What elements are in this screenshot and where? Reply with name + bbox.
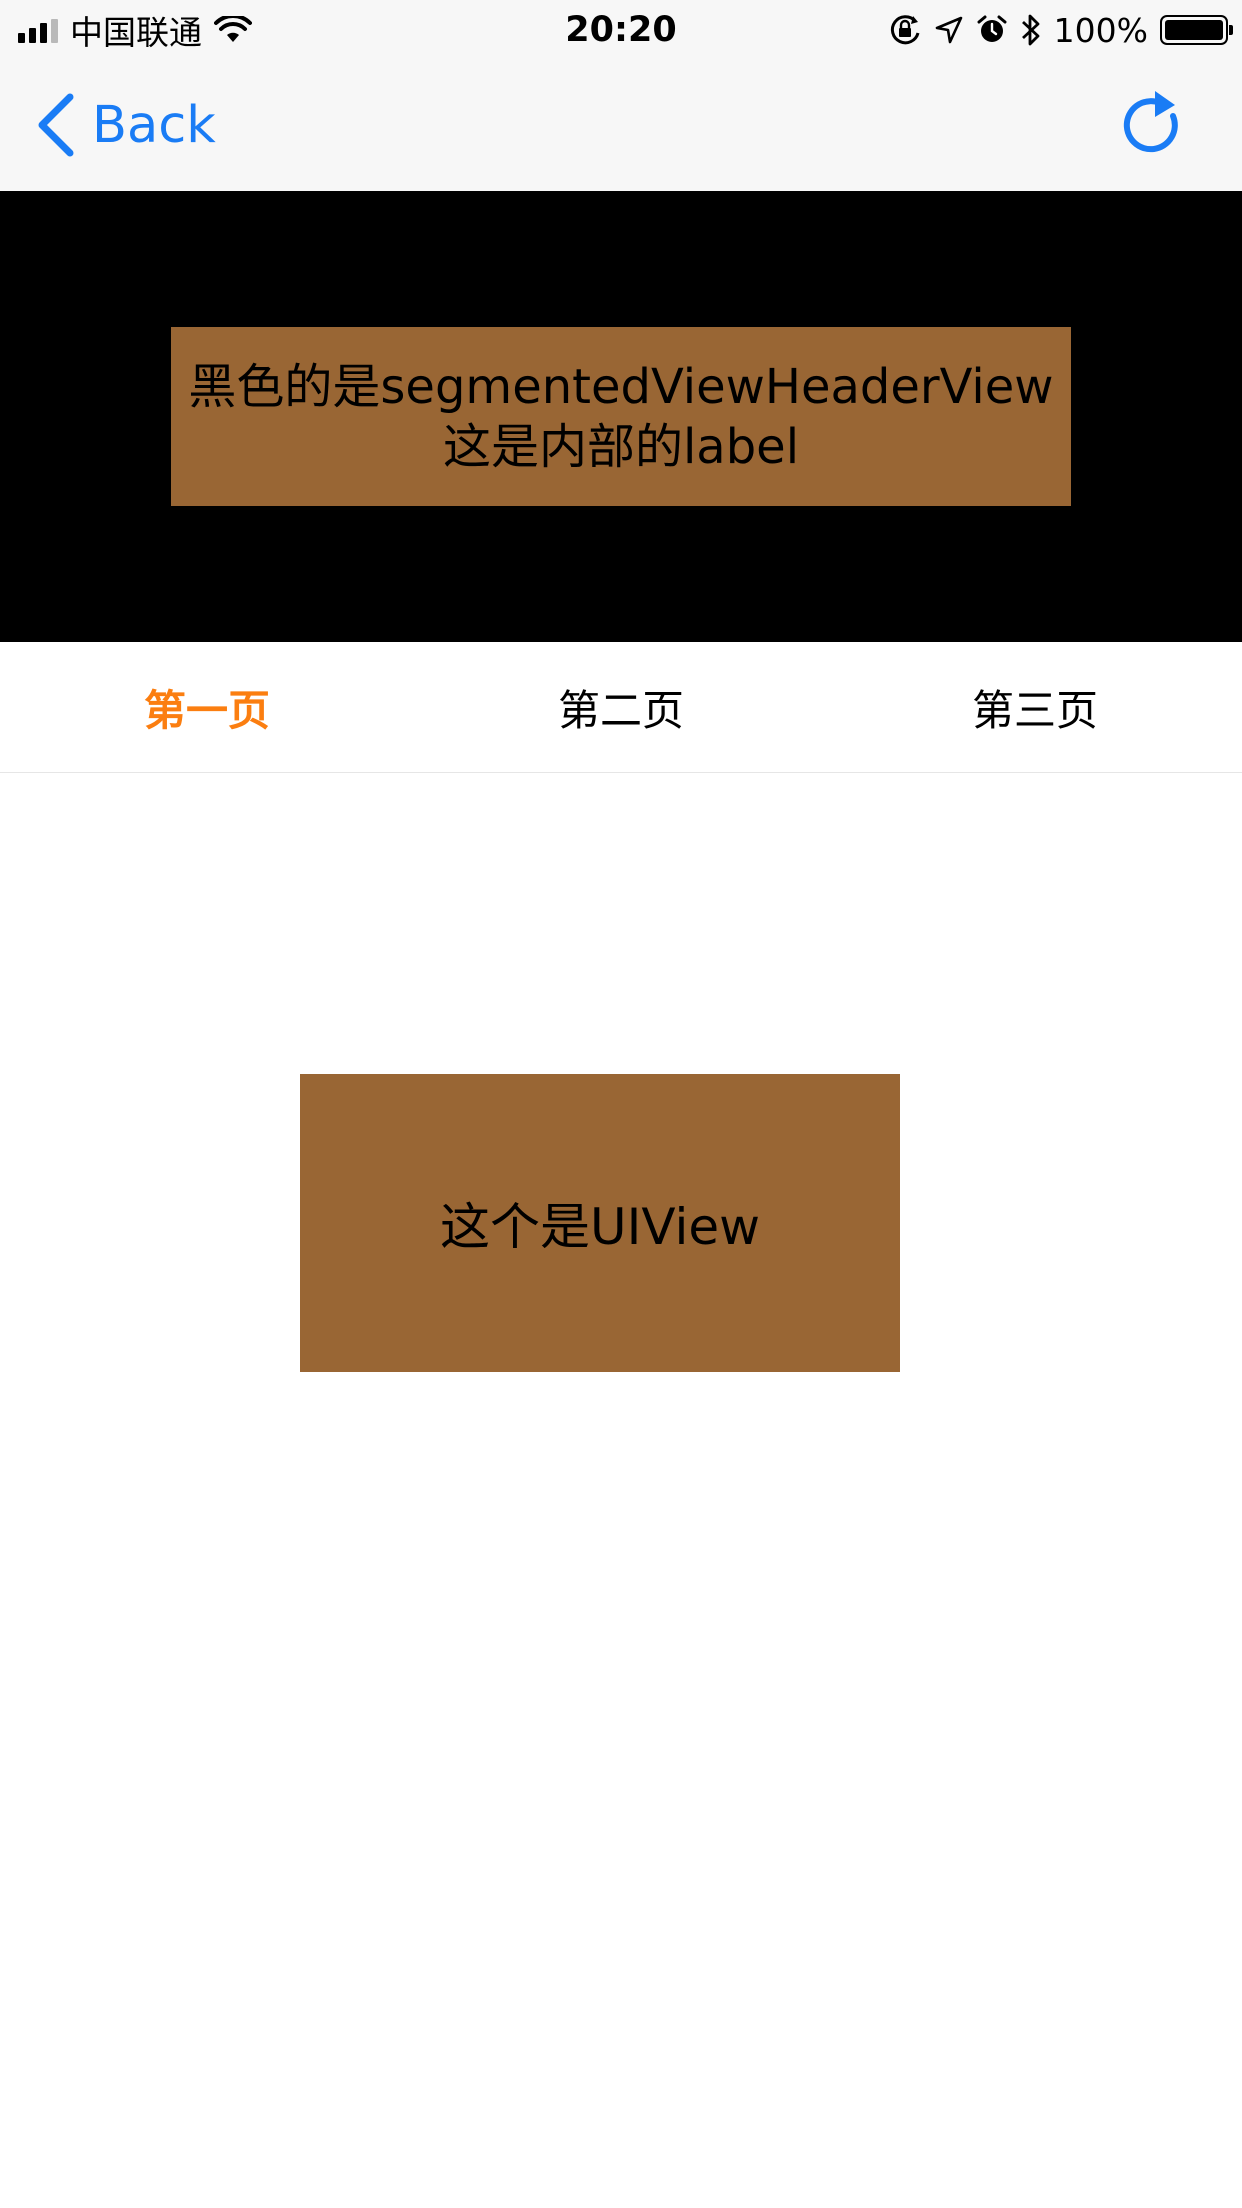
refresh-icon — [1123, 91, 1178, 153]
back-button[interactable]: Back — [36, 92, 216, 158]
navigation-bar: Back — [0, 60, 1242, 191]
tab-page-1[interactable]: 第一页 — [0, 642, 414, 772]
header-inner-label: 黑色的是segmentedViewHeaderView 这是内部的label — [171, 327, 1071, 506]
header-label-line-1: 黑色的是segmentedViewHeaderView — [188, 358, 1054, 415]
battery-percent: 100% — [1053, 10, 1148, 50]
bluetooth-icon — [1020, 13, 1042, 47]
alarm-icon — [976, 14, 1008, 46]
header-label-line-2: 这是内部的label — [442, 418, 800, 475]
page-content: 这个是UIView — [0, 773, 1242, 2208]
status-bar-right: 100% — [888, 8, 1233, 52]
tab-page-3[interactable]: 第三页 — [828, 642, 1242, 772]
orientation-lock-icon — [888, 13, 922, 47]
chevron-left-icon — [38, 93, 74, 157]
ui-view-label: 这个是UIView — [440, 1198, 760, 1256]
segmented-tabs: 第一页 第二页 第三页 — [0, 642, 1242, 773]
location-arrow-icon — [934, 15, 964, 45]
ui-view-box: 这个是UIView — [300, 1074, 900, 1372]
refresh-button[interactable] — [1120, 90, 1192, 162]
segmented-view-header-view: 黑色的是segmentedViewHeaderView 这是内部的label — [0, 191, 1242, 642]
tab-page-2[interactable]: 第二页 — [414, 642, 828, 772]
back-label: Back — [92, 95, 216, 155]
status-bar: 中国联通 20:20 100% — [0, 0, 1242, 60]
battery-icon — [1160, 15, 1233, 45]
